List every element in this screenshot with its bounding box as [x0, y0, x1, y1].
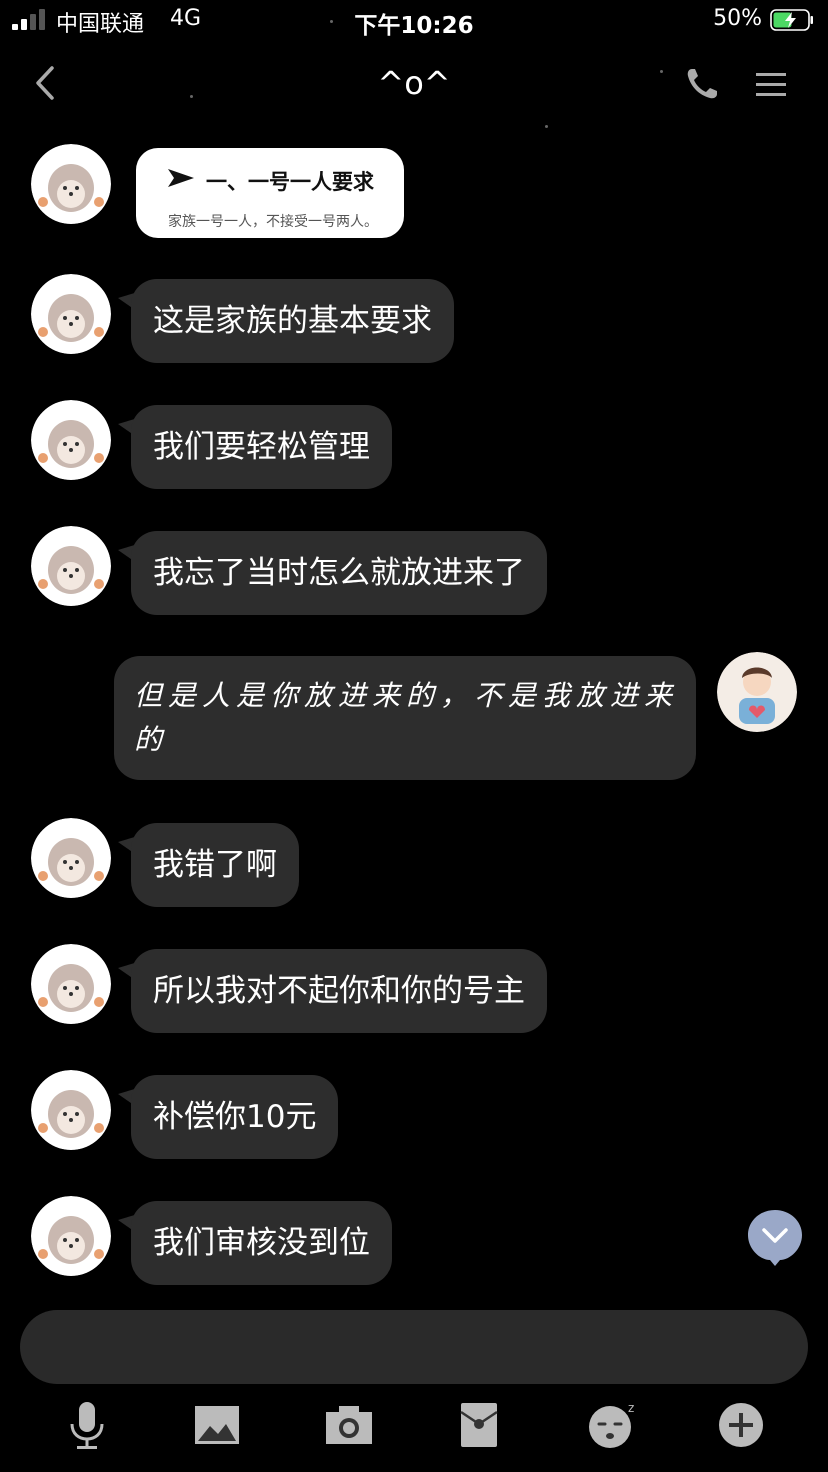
avatar[interactable]	[31, 274, 111, 354]
battery-percent: 50%	[713, 6, 762, 31]
avatar[interactable]	[31, 818, 111, 898]
avatar[interactable]	[31, 526, 111, 606]
camera-icon[interactable]	[322, 1398, 376, 1452]
message-input[interactable]	[20, 1310, 808, 1384]
image-icon[interactable]	[190, 1398, 244, 1452]
send-arrow-icon	[168, 169, 194, 187]
phone-icon[interactable]	[684, 66, 720, 102]
message-bubble[interactable]: 补偿你10元	[131, 1075, 339, 1159]
card-subtitle: 家族一号一人，不接受一号两人。	[168, 214, 378, 230]
svg-text:z: z	[628, 1401, 634, 1415]
card-title: 一、一号一人要求	[206, 170, 374, 194]
message-bubble[interactable]: 所以我对不起你和你的号主	[131, 949, 547, 1033]
avatar[interactable]	[31, 944, 111, 1024]
avatar[interactable]	[31, 1070, 111, 1150]
avatar[interactable]	[31, 1196, 111, 1276]
menu-icon[interactable]	[754, 70, 788, 100]
message-bubble[interactable]: 这是家族的基本要求	[131, 279, 454, 363]
message-text: 但是人是你放进来的，不是我放进来的	[134, 679, 679, 756]
avatar[interactable]	[31, 144, 111, 224]
message-bubble[interactable]: 我们审核没到位	[131, 1201, 392, 1285]
microphone-icon[interactable]	[60, 1398, 114, 1452]
shared-card[interactable]: 一、一号一人要求 家族一号一人，不接受一号两人。	[136, 148, 404, 238]
my-avatar[interactable]	[717, 652, 797, 732]
red-packet-icon[interactable]	[452, 1398, 506, 1452]
scroll-down-icon[interactable]	[748, 1208, 802, 1266]
plus-icon[interactable]	[714, 1398, 768, 1452]
message-bubble[interactable]: 我忘了当时怎么就放进来了	[131, 531, 547, 615]
message-bubble[interactable]: 我错了啊	[131, 823, 299, 907]
avatar[interactable]	[31, 400, 111, 480]
status-bar: 中国联通 4G 下午10:26 50%	[0, 0, 828, 42]
message-bubble[interactable]: 我们要轻松管理	[131, 405, 392, 489]
clock: 下午10:26	[354, 13, 474, 39]
emoji-icon[interactable]: z	[584, 1398, 638, 1452]
battery-icon	[770, 9, 813, 31]
